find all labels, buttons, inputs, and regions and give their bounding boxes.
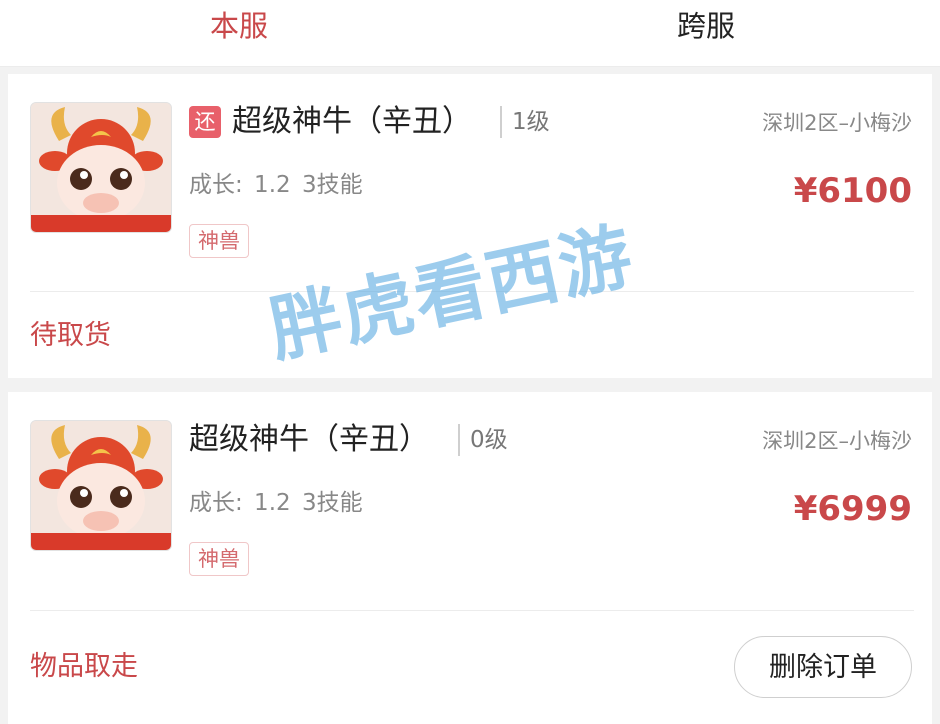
delete-order-button[interactable]: 删除订单 (734, 636, 912, 698)
server-name: 深圳2区–小梅沙 (762, 111, 912, 135)
tab-local-server[interactable]: 本服 (210, 6, 268, 46)
divider (30, 610, 914, 611)
item-name: 超级神牛（辛丑） (189, 422, 429, 457)
item-price: ¥6999 (793, 489, 912, 529)
order-card[interactable]: 超级神牛（辛丑） 0级 深圳2区–小梅沙 成长: 1.2 3技能 ¥6999 神… (8, 392, 932, 724)
ox-pet-avatar (30, 420, 172, 551)
server-name: 深圳2区–小梅沙 (762, 429, 912, 453)
return-tag: 还 (189, 106, 221, 138)
ox-pet-avatar (30, 102, 172, 233)
item-level: 0级 (458, 424, 508, 456)
order-status: 物品取走 (30, 651, 138, 682)
tab-bar: 本服 跨服 (0, 0, 940, 67)
order-status: 待取货 (30, 320, 111, 351)
item-name: 超级神牛（辛丑） (232, 104, 472, 139)
tab-cross-server[interactable]: 跨服 (677, 6, 735, 46)
item-growth: 成长: 1.2 3技能 (189, 172, 363, 198)
item-level: 1级 (500, 106, 550, 138)
item-price: ¥6100 (793, 171, 912, 211)
type-tag: 神兽 (189, 542, 249, 576)
item-growth: 成长: 1.2 3技能 (189, 490, 363, 516)
type-tag: 神兽 (189, 224, 249, 258)
order-card[interactable]: 还 超级神牛（辛丑） 1级 深圳2区–小梅沙 成长: 1.2 3技能 ¥6100… (8, 74, 932, 378)
